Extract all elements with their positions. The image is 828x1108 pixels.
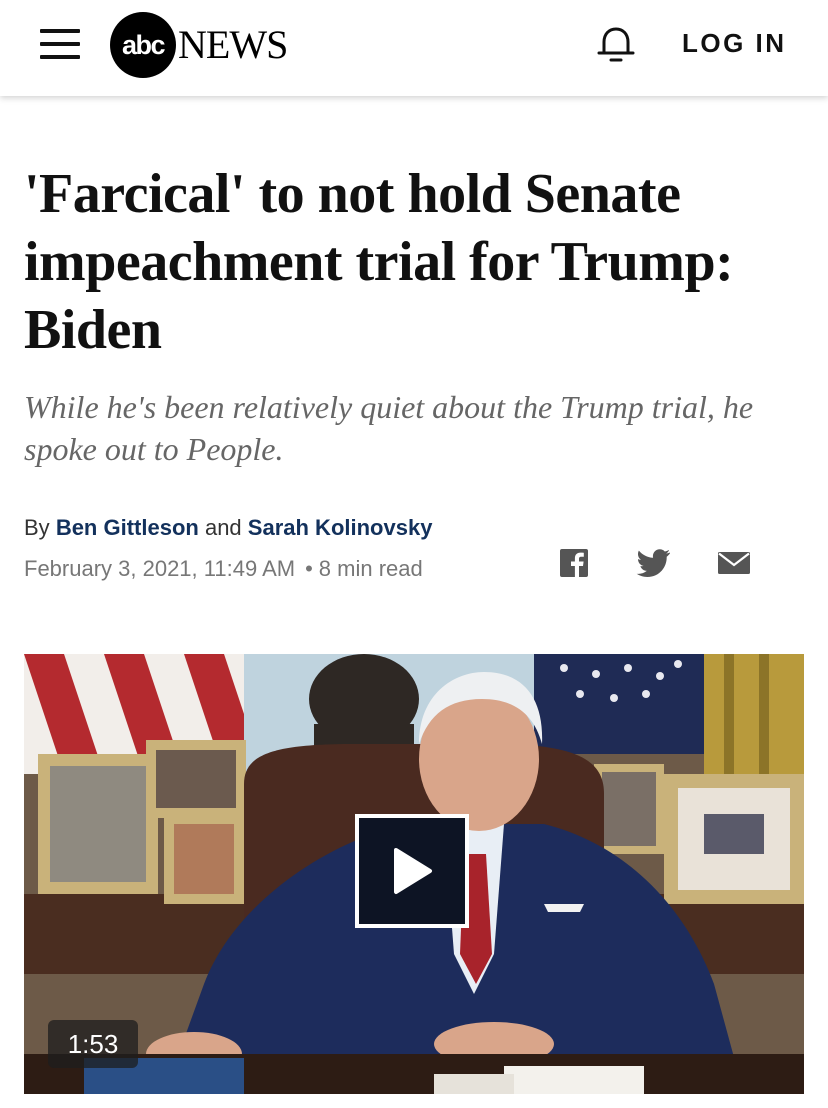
author-link-2[interactable]: Sarah Kolinovsky <box>248 515 433 540</box>
email-icon[interactable] <box>716 546 752 580</box>
byline-conjunction: and <box>204 515 242 540</box>
play-icon <box>394 848 432 894</box>
article-headline: 'Farcical' to not hold Senate impeachmen… <box>24 163 734 361</box>
author-link-1[interactable]: Ben Gittleson <box>56 515 199 540</box>
byline-prefix: By <box>24 515 50 540</box>
logo-wordmark: NEWS <box>178 22 288 67</box>
twitter-icon[interactable] <box>636 546 672 580</box>
facebook-icon[interactable] <box>558 546 590 580</box>
abc-news-logo[interactable]: abc NEWS <box>110 12 288 78</box>
hamburger-menu-icon[interactable] <box>40 29 80 59</box>
meta-separator: • <box>305 556 313 581</box>
publish-date: February 3, 2021, 11:49 AM <box>24 556 296 581</box>
video-player[interactable]: 1:53 <box>24 654 804 1094</box>
article-subheadline: While he's been relatively quiet about t… <box>24 389 754 467</box>
top-navigation-bar: abc NEWS LOG IN <box>0 0 828 96</box>
play-button[interactable] <box>355 814 469 928</box>
dateline: February 3, 2021, 11:49 AM • 8 min read <box>24 556 423 582</box>
byline: By Ben Gittleson and Sarah Kolinovsky <box>24 515 432 541</box>
abc-logo-mark: abc <box>110 12 176 78</box>
video-duration-badge: 1:53 <box>48 1020 138 1068</box>
bell-icon[interactable] <box>594 22 638 66</box>
login-button[interactable]: LOG IN <box>682 28 787 59</box>
read-time: 8 min read <box>318 556 423 581</box>
